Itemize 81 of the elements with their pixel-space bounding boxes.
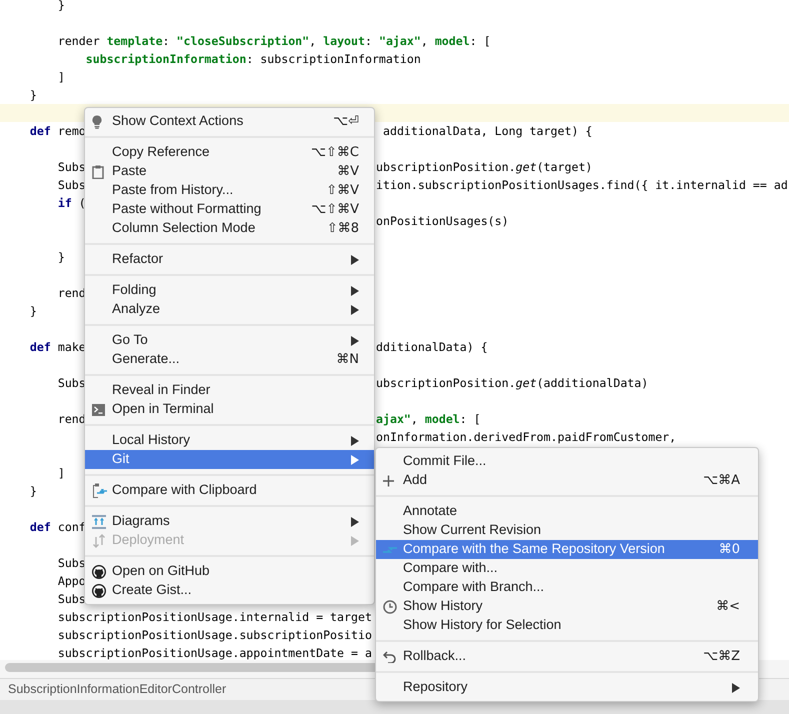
undo-icon <box>383 650 397 662</box>
code-text: ] <box>56 70 65 84</box>
menu-item[interactable]: Show Context Actions ⌥⏎ <box>85 112 374 131</box>
code-text: Subs <box>56 556 86 570</box>
keyboard-shortcut: ⌥⏎ <box>333 112 359 131</box>
clock-icon <box>383 600 397 614</box>
plus-icon <box>383 475 394 486</box>
keyboard-shortcut: ⌥⌘A <box>703 472 740 490</box>
code-text: } <box>28 304 37 318</box>
code-text: onInformation.derivedFrom.paidFromCustomer, <box>376 429 676 446</box>
lightbulb-icon <box>92 114 102 128</box>
terminal-icon <box>92 404 105 416</box>
code-text: def conf <box>28 520 86 534</box>
code-text: Subs <box>56 592 86 606</box>
menu-item[interactable]: Add ⌥⌘A <box>376 471 758 490</box>
code-text: render template: "closeSubscription", layout: "ajax", model: [ <box>56 34 491 48</box>
menu-item[interactable]: Analyze <box>85 300 374 319</box>
keyboard-shortcut: ⌥⇧⌘V <box>311 200 359 219</box>
keyboard-shortcut: ⌥⌘Z <box>703 648 740 666</box>
code-text: subscriptionInformation: subscriptionInformation <box>84 52 421 66</box>
keyboard-shortcut: ⌘< <box>716 598 740 616</box>
keyboard-shortcut: ⇧⌘8 <box>326 220 359 238</box>
keyboard-shortcut: ⇧⌘V <box>326 182 359 200</box>
menu-item[interactable]: Folding <box>85 281 374 300</box>
up-down-arrows-icon <box>92 534 106 548</box>
menu-item[interactable]: Open in Terminal <box>85 400 374 419</box>
menu-item[interactable]: Local History <box>85 431 374 450</box>
menu-item[interactable]: Show History ⌘< <box>376 597 758 616</box>
code-text: Subs <box>56 376 86 390</box>
code-text: ition.subscriptionPositionUsages.find({ it.internalid == ad <box>376 177 788 194</box>
code-text: } <box>56 250 65 264</box>
menu-item[interactable]: Show History for Selection <box>376 616 758 635</box>
keyboard-shortcut: ⌥⇧⌘C <box>311 144 359 162</box>
compare-icon <box>92 482 108 498</box>
code-text: } <box>28 88 37 102</box>
code-text: additionalData, Long target) { <box>382 123 592 140</box>
code-text: if ( <box>56 196 86 210</box>
keyboard-shortcut: ⌘0 <box>718 540 740 559</box>
code-text: ] <box>56 466 65 480</box>
code-text: ubscriptionPosition.get(target) <box>376 159 592 176</box>
code-text: subscriptionPositionUsage.appointmentDate = a <box>56 646 372 660</box>
menu-item[interactable]: Reveal in Finder <box>85 381 374 400</box>
menu-item[interactable]: Commit File... <box>376 452 758 471</box>
code-text: ubscriptionPosition.get(additionalData) <box>376 375 648 392</box>
menu-item[interactable]: Paste without Formatting ⌥⇧⌘V <box>85 200 374 219</box>
menu-item[interactable]: Copy Reference ⌥⇧⌘C <box>85 143 374 162</box>
menu-item[interactable]: Go To <box>85 331 374 350</box>
menu-item[interactable]: Git <box>85 450 374 469</box>
menu-item[interactable]: Diagrams <box>85 512 374 531</box>
menu-item[interactable]: Column Selection Mode ⇧⌘8 <box>85 219 374 238</box>
menu-item[interactable]: Rollback... ⌥⌘Z <box>376 647 758 666</box>
menu-item[interactable]: Repository <box>376 678 758 697</box>
clipboard-icon <box>92 164 104 178</box>
menu-item[interactable]: Annotate <box>376 502 758 521</box>
breadcrumb[interactable]: SubscriptionInformationEditorController <box>8 680 226 699</box>
menu-item[interactable]: Open on GitHub <box>85 562 374 581</box>
menu-item[interactable]: Compare with Clipboard <box>85 481 374 500</box>
menu-item[interactable]: Compare with Branch... <box>376 578 758 597</box>
menu-item[interactable]: Compare with... <box>376 559 758 578</box>
code-text: dditionalData) { <box>376 339 488 356</box>
menu-item[interactable]: Show Current Revision <box>376 521 758 540</box>
keyboard-shortcut: ⌘N <box>336 350 359 369</box>
code-text: subscriptionPositionUsage.subscriptionPositio <box>56 628 372 642</box>
code-text: subscriptionPositionUsage.internalid = target <box>56 610 372 624</box>
code-text: onPositionUsages(s) <box>376 213 509 230</box>
code-text: Subs <box>56 160 86 174</box>
keyboard-shortcut: ⌘V <box>337 162 359 181</box>
menu-item[interactable]: Create Gist... <box>85 581 374 600</box>
menu-item[interactable]: Generate... ⌘N <box>85 350 374 369</box>
code-text: } <box>56 0 65 12</box>
code-text: ajax", model: [ <box>376 411 481 428</box>
github-icon <box>92 584 106 598</box>
menu-item[interactable]: Paste from History... ⇧⌘V <box>85 181 374 200</box>
code-text: } <box>28 484 37 498</box>
code-text: Subs <box>56 178 86 192</box>
menu-item[interactable]: Refactor <box>85 250 374 269</box>
menu-item[interactable]: Paste ⌘V <box>85 162 374 181</box>
diagram-icon <box>92 514 106 528</box>
menu-item[interactable]: Compare with the Same Repository Version ⌘0 <box>376 540 758 559</box>
github-icon <box>92 564 106 578</box>
code-text: def make <box>28 340 86 354</box>
